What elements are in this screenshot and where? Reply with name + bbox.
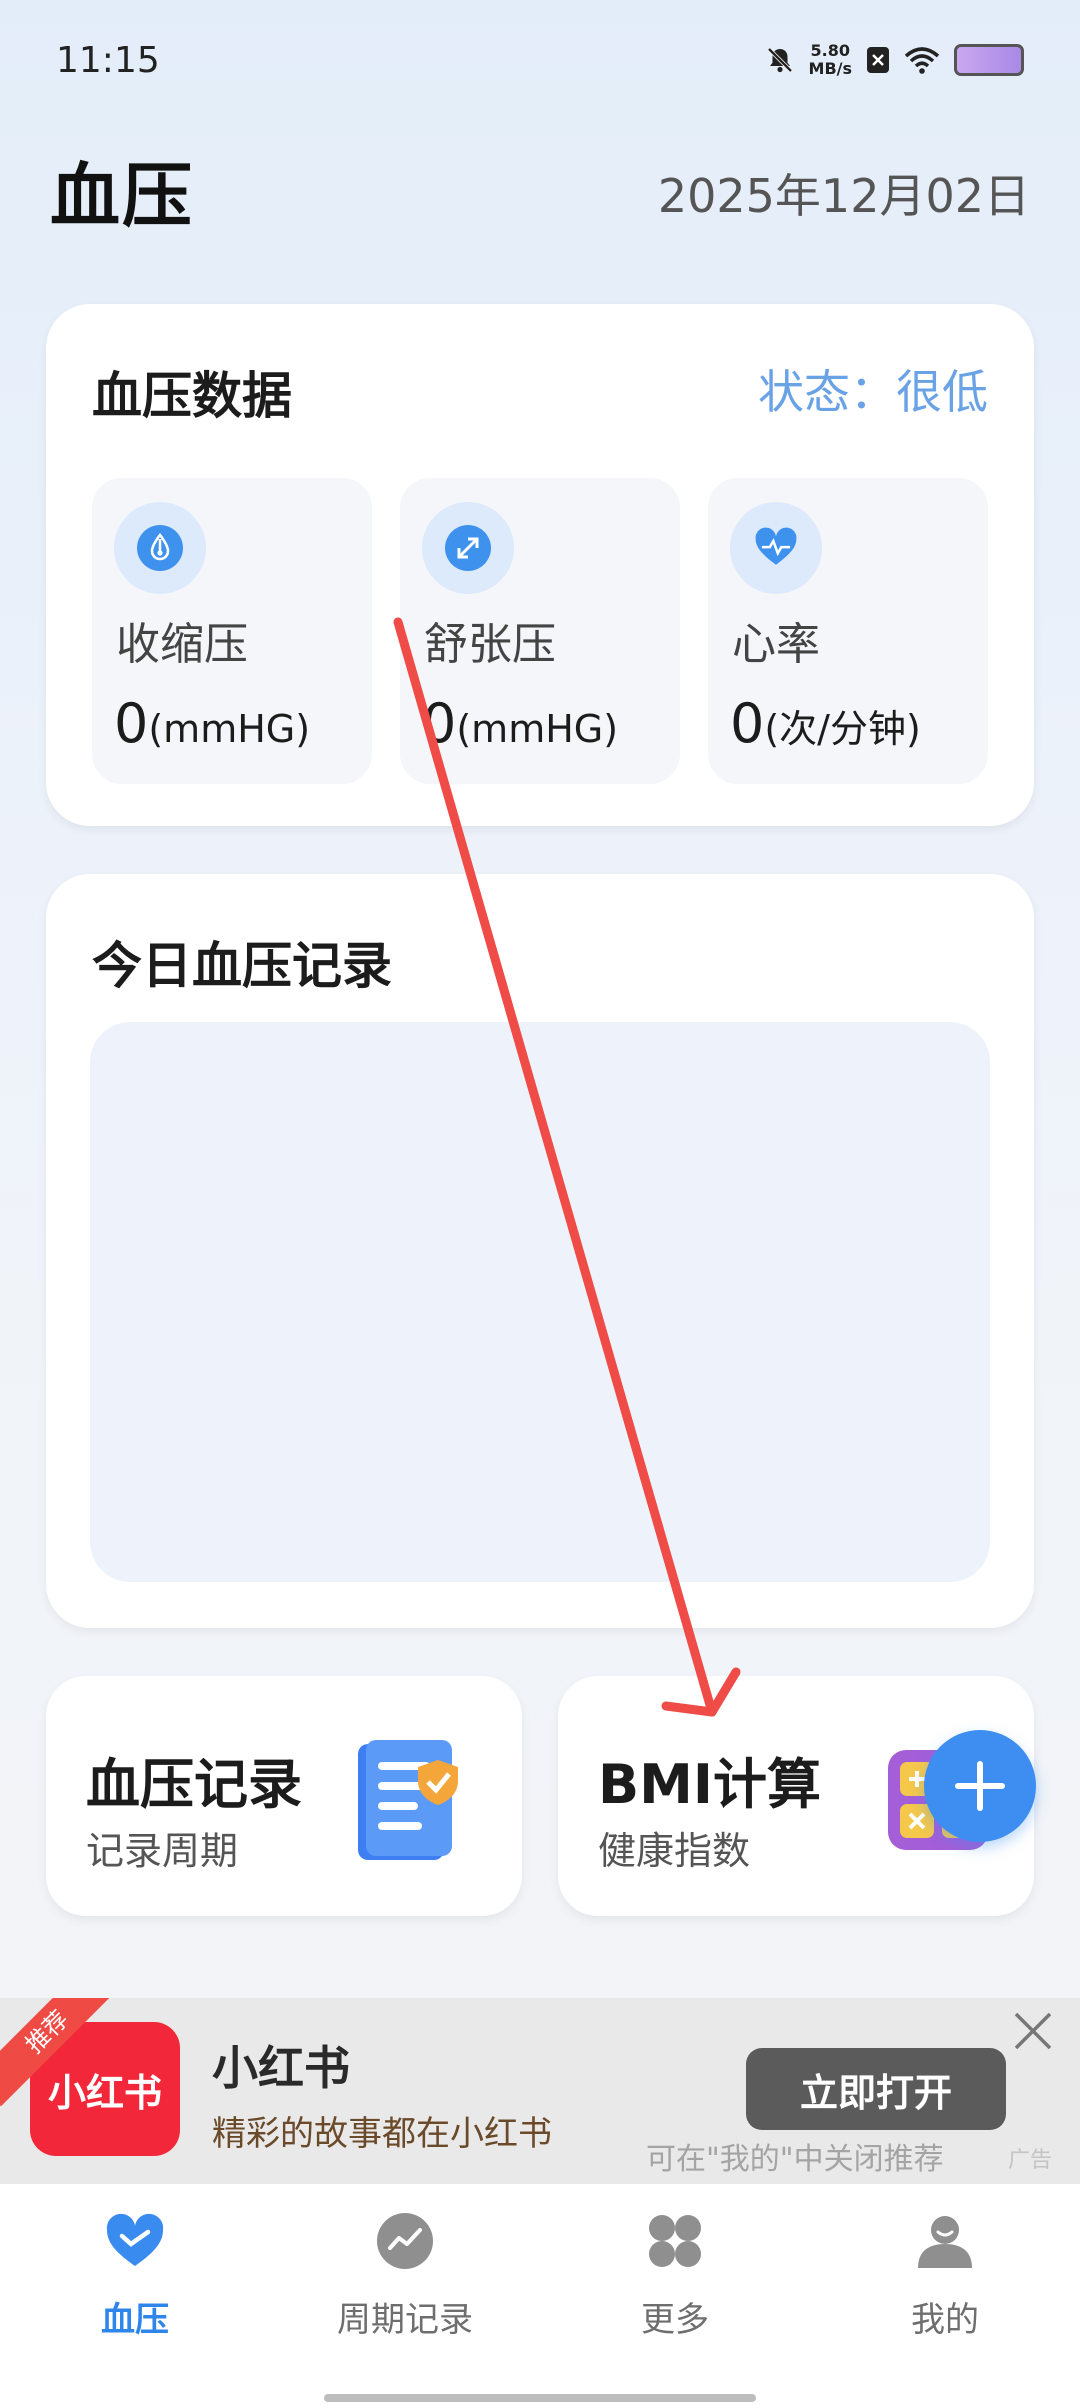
metric-label: 舒张压 [424,619,556,670]
ad-banner[interactable]: 小红书 推荐 小红书 精彩的故事都在小红书 立即打开 可在"我的"中关闭推荐 广… [0,1998,1080,2184]
home-indicator[interactable] [324,2394,756,2402]
network-speed: 5.80 MB/s [809,42,852,78]
bell-muted-icon [767,47,792,73]
ad-title: 小红书 [212,2041,350,2095]
heart-icon [106,2213,164,2266]
droplet-gauge-icon [137,525,183,571]
sim-blocked-icon [867,47,889,73]
metric-heart-rate[interactable]: 心率 0(次/分钟) [708,478,988,784]
document-check-icon [358,1740,458,1860]
nav-item-mine[interactable]: 我的 [810,2210,1080,2370]
status-bar: 11:15 5.80 MB/s [0,0,1080,120]
feature-title: BMI计算 [598,1753,821,1816]
nav-item-more[interactable]: 更多 [540,2210,810,2370]
metric-icon-bg [730,502,822,594]
metric-value: 0(mmHG) [114,692,310,755]
user-icon [918,2216,972,2268]
metric-icon-bg [114,502,206,594]
ad-close-hint: 可在"我的"中关闭推荐 [646,2142,944,2177]
metric-value: 0(次/分钟) [730,692,921,755]
nav-label: 我的 [911,2300,979,2340]
plus-icon [955,1761,1005,1811]
bp-card-title: 血压数据 [92,367,292,425]
feature-title: 血压记录 [86,1753,302,1816]
today-record-title: 今日血压记录 [92,937,392,995]
grid-icon [649,2215,701,2267]
nav-label: 周期记录 [337,2300,473,2340]
today-record-card: 今日血压记录 [46,874,1034,1628]
metric-diastolic[interactable]: 舒张压 0(mmHG) [400,478,680,784]
bottom-nav: 血压 周期记录 更多 我的 [0,2184,1080,2408]
heart-pulse-icon [753,525,799,571]
add-record-fab[interactable] [924,1730,1036,1842]
battery-icon [954,44,1024,76]
nav-label: 血压 [101,2300,169,2340]
metric-number: 0 [422,692,457,755]
bp-record-button[interactable]: 血压记录 记录周期 [46,1676,522,1916]
metric-number: 0 [114,692,149,755]
metric-label: 收缩压 [116,619,248,670]
page-title: 血压 [50,155,194,237]
metric-label: 心率 [732,619,820,670]
metric-value: 0(mmHG) [422,692,618,755]
wifi-icon [904,47,940,74]
ad-close-icon[interactable] [1008,2006,1058,2056]
status-icons: 5.80 MB/s [765,42,1024,78]
nav-label: 更多 [641,2300,709,2340]
ad-description: 精彩的故事都在小红书 [212,2114,552,2154]
metric-number: 0 [730,692,765,755]
metric-unit: (mmHG) [456,707,619,751]
feature-subtitle: 健康指数 [598,1829,751,1873]
bp-data-card: 血压数据 状态：很低 收缩压 0(mmHG) 舒张压 0(mmHG) 心率 0(… [46,304,1034,826]
current-date: 2025年12月02日 [657,169,1030,223]
feature-subtitle: 记录周期 [86,1829,239,1873]
bp-status: 状态：很低 [758,365,988,419]
ad-open-button[interactable]: 立即打开 [746,2048,1006,2130]
network-speed-unit: MB/s [808,59,852,78]
trend-icon [377,2213,433,2269]
metric-systolic[interactable]: 收缩压 0(mmHG) [92,478,372,784]
today-record-chart [90,1022,990,1582]
nav-item-blood-pressure[interactable]: 血压 [0,2210,270,2370]
ad-tag: 广告 [1008,2148,1053,2173]
network-speed-value: 5.80 [810,41,850,60]
metric-unit: (次/分钟) [764,707,921,751]
metric-icon-bg [422,502,514,594]
status-time: 11:15 [56,40,160,81]
metric-unit: (mmHG) [148,707,311,751]
nav-item-cycle-record[interactable]: 周期记录 [270,2210,540,2370]
expand-arrows-icon [445,525,491,571]
